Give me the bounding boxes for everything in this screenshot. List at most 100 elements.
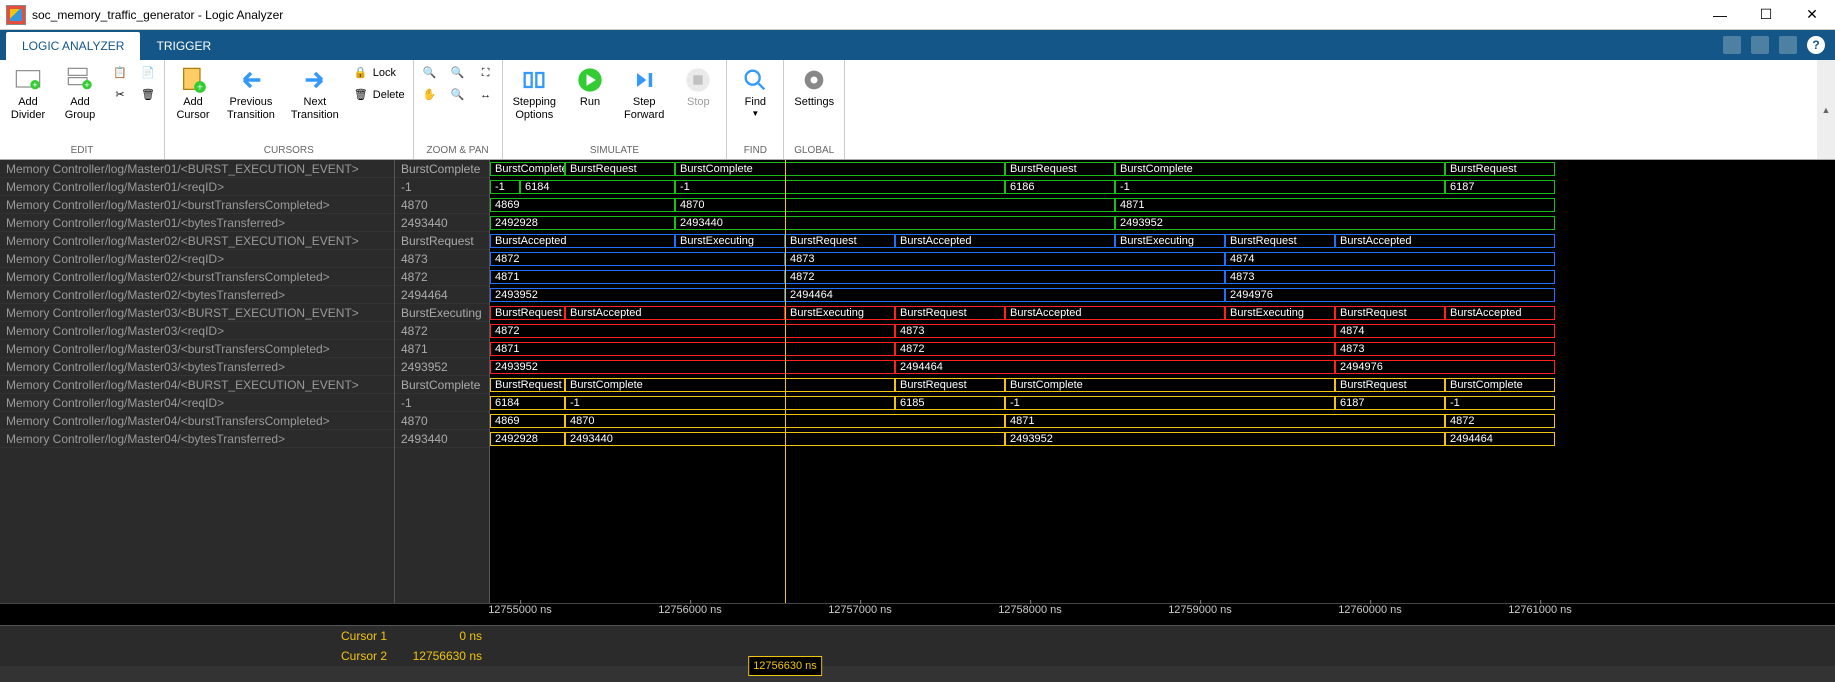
waveform-segment[interactable]: 2494464 [785, 288, 1225, 302]
waveform-segment[interactable]: BurstExecuting [1115, 234, 1225, 248]
waveform-lane[interactable]: BurstRequestBurstCompleteBurstRequestBur… [490, 376, 1835, 394]
waveform-segment[interactable]: 4873 [785, 252, 1225, 266]
signal-name[interactable]: Memory Controller/log/Master02/<bytesTra… [0, 286, 394, 304]
signal-name[interactable]: Memory Controller/log/Master04/<bytesTra… [0, 430, 394, 448]
find-button[interactable]: Find ▼ [733, 64, 777, 121]
waveform-segment[interactable]: 4871 [490, 342, 895, 356]
stepping-options-button[interactable]: Stepping Options [509, 64, 560, 124]
waveform-segment[interactable]: 2493952 [1005, 432, 1445, 446]
waveform-segment[interactable]: BurstAccepted [565, 306, 785, 320]
fit-to-view-button[interactable]: ⛶ [476, 64, 496, 84]
waveform-segment[interactable]: 4872 [785, 270, 1225, 284]
tab-trigger[interactable]: TRIGGER [140, 32, 227, 60]
waveform-segment[interactable]: BurstExecuting [675, 234, 785, 248]
add-cursor-button[interactable]: + Add Cursor [171, 64, 215, 124]
waveform-segment[interactable]: 4873 [1225, 270, 1555, 284]
signal-name[interactable]: Memory Controller/log/Master02/<burstTra… [0, 268, 394, 286]
waveform-segment[interactable]: 4869 [490, 414, 565, 428]
waveform-segment[interactable]: BurstComplete [1445, 378, 1555, 392]
cursor-marker[interactable]: 12756630 ns [748, 656, 822, 676]
waveform-segment[interactable]: 4872 [895, 342, 1335, 356]
waveform-segment[interactable]: BurstComplete [675, 162, 1005, 176]
waveform-segment[interactable]: 2493952 [490, 288, 785, 302]
waveform-segment[interactable]: BurstComplete [490, 162, 565, 176]
waveform-segment[interactable]: 6184 [520, 180, 675, 194]
waveform-segment[interactable]: BurstAccepted [1445, 306, 1555, 320]
cut-button[interactable]: ✂ [110, 86, 130, 106]
waveform-segment[interactable]: 2494976 [1225, 288, 1555, 302]
cut-icon[interactable] [1751, 36, 1769, 54]
signal-name[interactable]: Memory Controller/log/Master02/<BURST_EX… [0, 232, 394, 250]
signal-name-column[interactable]: Memory Controller/log/Master01/<BURST_EX… [0, 160, 395, 603]
signal-name[interactable]: Memory Controller/log/Master01/<bytesTra… [0, 214, 394, 232]
waveform-segment[interactable]: BurstRequest [1335, 378, 1445, 392]
waveform-segment[interactable]: 6187 [1445, 180, 1555, 194]
waveform-segment[interactable]: 6187 [1335, 396, 1445, 410]
waveform-segment[interactable]: BurstRequest [895, 378, 1005, 392]
tab-logic-analyzer[interactable]: LOGIC ANALYZER [6, 32, 140, 60]
waveform-canvas[interactable]: BurstCompleteBurstRequestBurstCompleteBu… [490, 160, 1835, 603]
waveform-segment[interactable]: 4873 [895, 324, 1335, 338]
waveform-segment[interactable]: 4871 [490, 270, 785, 284]
waveform-lane[interactable]: 249395224944642494976 [490, 286, 1835, 304]
zoom-out-button[interactable]: 🔍 [448, 86, 468, 106]
cursor-1-row[interactable]: Cursor 1 0 ns [0, 626, 1835, 646]
signal-name[interactable]: Memory Controller/log/Master03/<burstTra… [0, 340, 394, 358]
waveform-segment[interactable]: -1 [490, 180, 520, 194]
waveform-segment[interactable]: BurstExecuting [785, 306, 895, 320]
waveform-segment[interactable]: BurstAccepted [1005, 306, 1225, 320]
run-button[interactable]: Run [568, 64, 612, 111]
waveform-segment[interactable]: BurstRequest [785, 234, 895, 248]
waveform-segment[interactable]: 4874 [1335, 324, 1555, 338]
waveform-segment[interactable]: 4871 [1115, 198, 1555, 212]
cursor-2-row[interactable]: Cursor 2 12756630 ns 12756630 ns [0, 646, 1835, 666]
stop-button[interactable]: Stop [676, 64, 720, 111]
waveform-segment[interactable]: BurstRequest [1335, 306, 1445, 320]
waveform-segment[interactable]: BurstRequest [1005, 162, 1115, 176]
waveform-segment[interactable]: BurstComplete [1005, 378, 1335, 392]
waveform-segment[interactable]: BurstRequest [895, 306, 1005, 320]
waveform-segment[interactable]: BurstRequest [565, 162, 675, 176]
waveform-segment[interactable]: BurstComplete [1115, 162, 1445, 176]
waveform-segment[interactable]: BurstRequest [490, 306, 565, 320]
waveform-segment[interactable]: 2494464 [895, 360, 1335, 374]
waveform-segment[interactable]: BurstComplete [565, 378, 895, 392]
signal-name[interactable]: Memory Controller/log/Master01/<reqID> [0, 178, 394, 196]
waveform-segment[interactable]: BurstExecuting [1225, 306, 1335, 320]
copy-icon[interactable] [1723, 36, 1741, 54]
next-transition-button[interactable]: Next Transition [287, 64, 343, 124]
waveform-segment[interactable]: 6186 [1005, 180, 1115, 194]
signal-value-column[interactable]: BurstComplete-148702493440BurstRequest48… [395, 160, 490, 603]
waveform-segment[interactable]: BurstRequest [490, 378, 565, 392]
previous-transition-button[interactable]: Previous Transition [223, 64, 279, 124]
waveform-lane[interactable]: BurstRequestBurstAcceptedBurstExecutingB… [490, 304, 1835, 322]
zoom-to-cursor-button[interactable]: ↔ [476, 86, 496, 106]
waveform-segment[interactable]: 4872 [490, 324, 895, 338]
zoom-in-time-button[interactable]: 🔍 [420, 64, 440, 84]
waveform-lane[interactable]: 249292824934402493952 [490, 214, 1835, 232]
waveform-segment[interactable]: 4874 [1225, 252, 1555, 266]
waveform-segment[interactable]: BurstRequest [1445, 162, 1555, 176]
waveform-segment[interactable]: 2493952 [490, 360, 895, 374]
waveform-segment[interactable]: 2494976 [1335, 360, 1555, 374]
waveform-segment[interactable]: BurstAccepted [895, 234, 1115, 248]
waveform-segment[interactable]: 6184 [490, 396, 565, 410]
step-forward-button[interactable]: Step Forward [620, 64, 668, 124]
signal-name[interactable]: Memory Controller/log/Master04/<BURST_EX… [0, 376, 394, 394]
waveform-lane[interactable]: 4869487048714872 [490, 412, 1835, 430]
signal-name[interactable]: Memory Controller/log/Master04/<reqID> [0, 394, 394, 412]
waveform-segment[interactable]: 2494464 [1445, 432, 1555, 446]
waveform-lane[interactable]: BurstAcceptedBurstExecutingBurstRequestB… [490, 232, 1835, 250]
waveform-segment[interactable]: -1 [1005, 396, 1335, 410]
pan-button[interactable]: ✋ [420, 86, 440, 106]
horizontal-scrollbar[interactable] [0, 666, 1835, 682]
waveform-segment[interactable]: 4871 [1005, 414, 1445, 428]
add-group-button[interactable]: + Add Group [58, 64, 102, 124]
signal-name[interactable]: Memory Controller/log/Master04/<burstTra… [0, 412, 394, 430]
delete-cursor-button[interactable]: 🗑Delete [351, 86, 407, 106]
waveform-segment[interactable]: 4873 [1335, 342, 1555, 356]
waveform-lane[interactable]: 486948704871 [490, 196, 1835, 214]
lock-button[interactable]: 🔒Lock [351, 64, 407, 84]
waveform-lane[interactable]: BurstCompleteBurstRequestBurstCompleteBu… [490, 160, 1835, 178]
signal-name[interactable]: Memory Controller/log/Master02/<reqID> [0, 250, 394, 268]
